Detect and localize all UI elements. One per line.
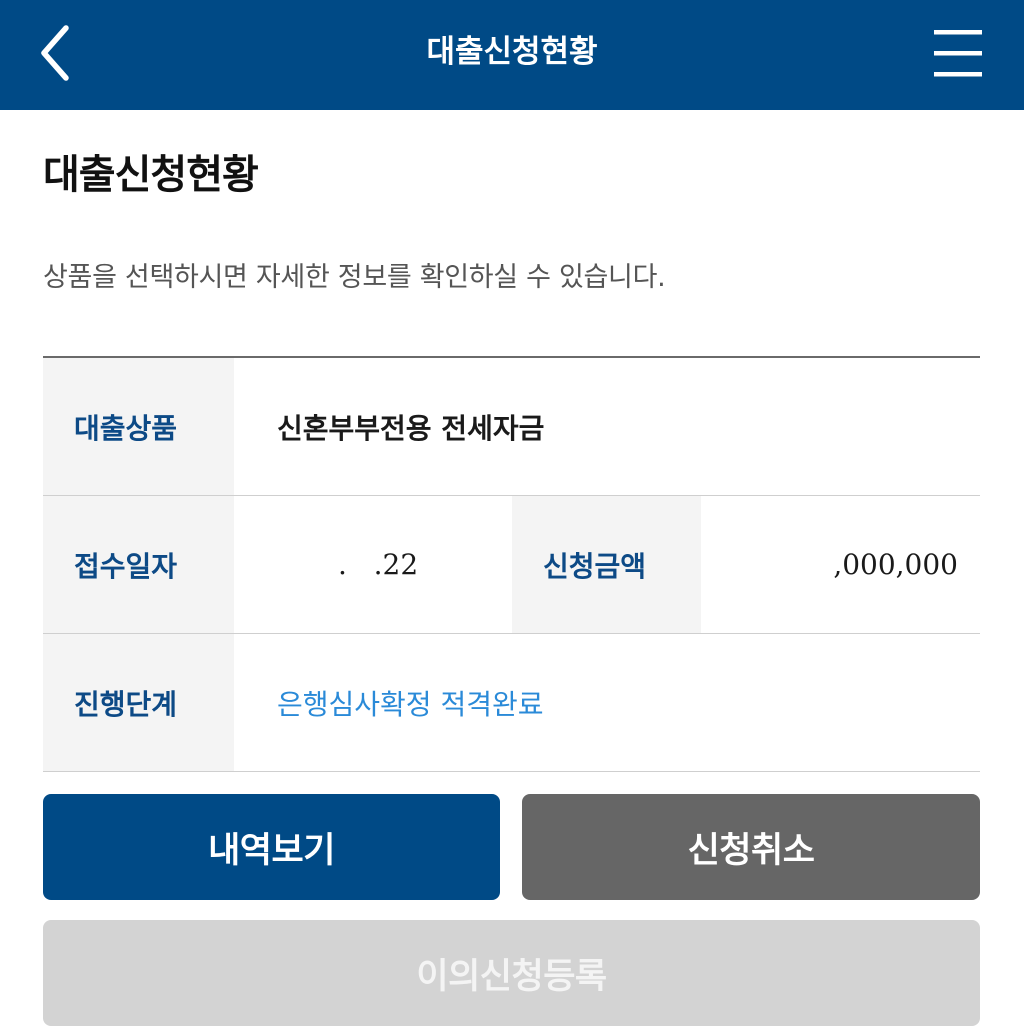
loan-info-table: 대출상품 신혼부부전용 전세자금 접수일자 . .22 신청금액 ,000,00… xyxy=(43,356,980,772)
progress-stage-link[interactable]: 은행심사확정 적격완료 xyxy=(234,634,980,771)
page-description: 상품을 선택하시면 자세한 정보를 확인하실 수 있습니다. xyxy=(43,262,666,293)
receipt-date-label: 접수일자 xyxy=(43,496,234,633)
receipt-date-value: . .22 xyxy=(234,496,512,633)
loan-product-value: 신혼부부전용 전세자금 xyxy=(234,358,980,495)
loan-product-row: 대출상품 신혼부부전용 전세자금 xyxy=(43,358,980,496)
progress-stage-row: 진행단계 은행심사확정 적격완료 xyxy=(43,634,980,772)
cancel-application-button[interactable]: 신청취소 xyxy=(522,794,980,900)
view-history-button[interactable]: 내역보기 xyxy=(43,794,500,900)
loan-product-label: 대출상품 xyxy=(43,358,234,495)
header-title: 대출신청현황 xyxy=(426,34,598,70)
progress-stage-label: 진행단계 xyxy=(43,634,234,771)
requested-amount-value: ,000,000 xyxy=(701,496,980,633)
requested-amount-label: 신청금액 xyxy=(512,496,701,633)
hamburger-menu-icon xyxy=(934,30,982,77)
menu-button[interactable] xyxy=(928,26,988,82)
app-header: 대출신청현황 xyxy=(0,0,1024,110)
page-title: 대출신청현황 xyxy=(43,152,259,198)
register-objection-button: 이의신청등록 xyxy=(43,920,980,1026)
date-amount-row: 접수일자 . .22 신청금액 ,000,000 xyxy=(43,496,980,634)
